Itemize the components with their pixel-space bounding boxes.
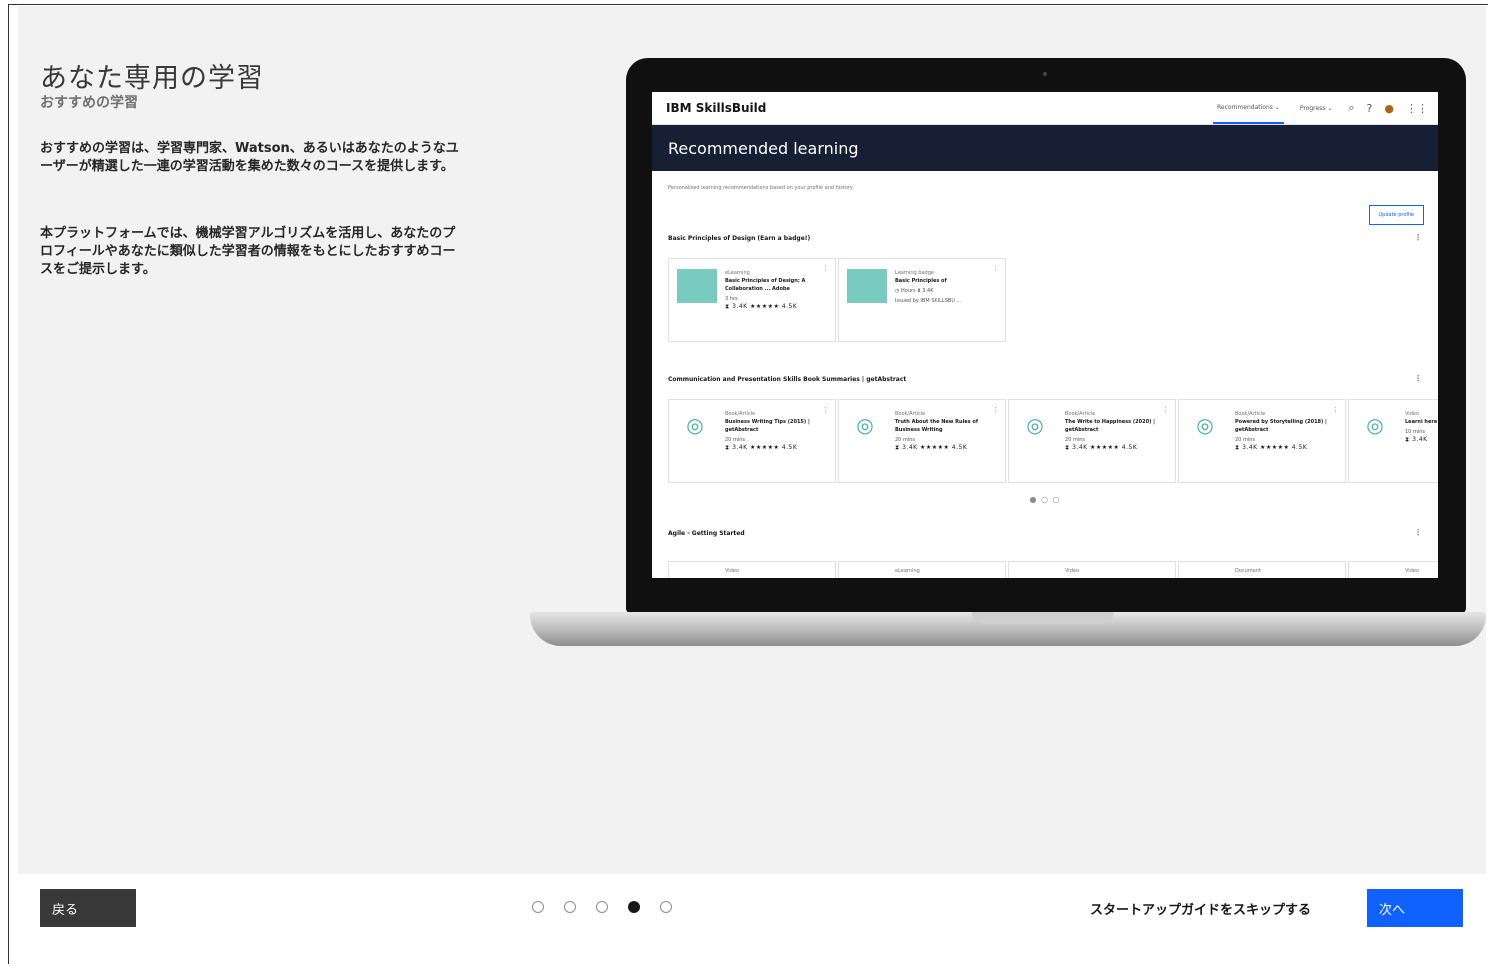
course-thumbnail (677, 269, 717, 303)
book-icon: ◎ (1196, 413, 1214, 437)
course-card: ◎ Video Learni here sp 10 mins ⧗ 3.4K (1348, 399, 1438, 483)
course-meta: 20 mins (1235, 437, 1255, 443)
overflow-menu-icon: ⋮ (1414, 528, 1422, 537)
pager-dot-2[interactable] (564, 901, 576, 913)
laptop-illustration: IBM SkillsBuild Recommendations ⌄ Progre… (626, 58, 1466, 614)
course-card: ◎ ⋮ Book/Article Business Writing Tips (… (668, 399, 836, 483)
nav-recommendations: Recommendations ⌄ (1213, 92, 1284, 124)
screen-description: Personalized learning recommendations ba… (668, 185, 853, 191)
section-title: Basic Principles of Design (Earn a badge… (668, 233, 1422, 242)
pager-dot-1[interactable] (532, 901, 544, 913)
course-rating: ⧗ 3.4K ★★★★★ 4.5K (725, 444, 798, 451)
laptop-base (530, 612, 1486, 646)
course-name: Powered by Storytelling (2018) | getAbst… (1235, 419, 1327, 433)
course-type: Learning badge (895, 270, 934, 276)
next-button[interactable]: 次へ (1367, 889, 1463, 927)
course-card: Video (1008, 561, 1176, 578)
pager-dot-5[interactable] (660, 901, 672, 913)
course-meta: 20 mins (895, 437, 915, 443)
course-meta: 3 hrs (725, 296, 738, 302)
book-icon: ◎ (686, 413, 704, 437)
course-rating: ⧗ 3.4K ★★★★★ 4.5K (1065, 444, 1138, 451)
slide-pager (532, 901, 672, 913)
overflow-menu-icon: ⋮ (1414, 374, 1422, 383)
screen-body: Personalized learning recommendations ba… (652, 185, 1438, 578)
course-type: Book/Article (895, 411, 926, 417)
course-rating: ⧗ 3.4K ★★★★★ 4.5K (1235, 444, 1308, 451)
course-name: The Write to Happiness (2020) | getAbstr… (1065, 419, 1155, 433)
course-type: eLearning (725, 270, 750, 276)
course-type: Video (1405, 411, 1420, 417)
help-icon: ? (1366, 101, 1373, 115)
slide-title: あなた専用の学習 (40, 63, 264, 94)
course-card: Document (1178, 561, 1346, 578)
intro-paragraph-1: おすすめの学習は、学習専門家、Watson、あるいはあなたのようなユーザーが精選… (40, 141, 459, 174)
slide-subtitle: おすすめの学習 (40, 95, 138, 111)
carousel-dots: ● ○ ○ (1029, 495, 1061, 504)
course-name: Truth About the New Rules of Business Wr… (895, 419, 979, 433)
screen-brand: IBM SkillsBuild (666, 101, 767, 115)
nav-progress: Progress ⌄ (1299, 104, 1333, 112)
screen-nav-bar: IBM SkillsBuild Recommendations ⌄ Progre… (652, 92, 1438, 125)
course-name: Business Writing Tips (2015) | getAbstra… (725, 419, 810, 433)
camera-dot (1043, 72, 1047, 76)
course-thumbnail (847, 269, 887, 303)
course-card: Video (668, 561, 836, 578)
course-card: ◎ ⋮ Book/Article Truth About the New Rul… (838, 399, 1006, 483)
course-card: eLearning (838, 561, 1006, 578)
card-row: Video eLearning Video Document Video (668, 561, 1438, 578)
laptop-notch (972, 612, 1114, 624)
overflow-menu-icon: ⋮ (1414, 233, 1422, 242)
course-issuer: Issued by IBM SKILLSBU ... (895, 298, 962, 304)
course-meta: 20 mins (1065, 437, 1085, 443)
section-title: Agile - Getting Started ⋮ (668, 528, 1422, 537)
course-meta: 10 mins (1405, 429, 1425, 435)
course-name: Learni here sp (1405, 419, 1438, 425)
course-card: ◎ ⋮ Book/Article Powered by Storytelling… (1178, 399, 1346, 483)
course-type: Book/Article (1235, 411, 1266, 417)
pager-dot-4[interactable] (628, 901, 640, 913)
book-icon: ◎ (1366, 413, 1384, 437)
course-card: ◎ ⋮ Book/Article The Write to Happiness … (1008, 399, 1176, 483)
book-icon: ◎ (1026, 413, 1044, 437)
skip-guide-link[interactable]: スタートアップガイドをスキップする (1090, 899, 1311, 918)
course-rating: ⧗ 3.4K ★★★★★ 4.5K (895, 444, 968, 451)
book-icon: ◎ (856, 413, 874, 437)
avatar-icon: ● (1384, 101, 1394, 115)
back-button[interactable]: 戻る (40, 889, 136, 927)
course-type: Book/Article (725, 411, 756, 417)
search-icon: ⌕ (1348, 101, 1355, 114)
course-name: Basic Principles of (895, 278, 947, 284)
screen-banner: Recommended learning (652, 125, 1438, 171)
course-meta: 20 mins (725, 437, 745, 443)
pager-dot-3[interactable] (596, 901, 608, 913)
course-rating: ⧗ 3.4K (1405, 436, 1428, 443)
course-meta: ◷ Hours ⧗ 3.4K (895, 288, 934, 294)
card-row: ⋮ eLearning Basic Principles of Design: … (668, 258, 1422, 342)
app-switcher-icon: ⋮⋮ (1406, 101, 1428, 115)
course-type: Book/Article (1065, 411, 1096, 417)
course-card: Video (1348, 561, 1438, 578)
update-profile-button: Update profile (1368, 205, 1424, 225)
course-card: ⋮ eLearning Basic Principles of Design: … (668, 258, 836, 342)
section-title: Communication and Presentation Skills Bo… (668, 374, 1422, 383)
course-card: ⋮ Learning badge Basic Principles of ◷ H… (838, 258, 1006, 342)
laptop-screen: IBM SkillsBuild Recommendations ⌄ Progre… (652, 92, 1438, 578)
card-row: ◎ ⋮ Book/Article Business Writing Tips (… (668, 399, 1438, 483)
guide-slide: あなた専用の学習 おすすめの学習 おすすめの学習は、学習専門家、Watson、あ… (18, 6, 1486, 874)
intro-paragraph-2: 本プラットフォームでは、機械学習アルゴリズムを活用し、あなたのプロフィールやあな… (40, 226, 456, 277)
course-rating: ⧗ 3.4K ★★★★★ 4.5K (725, 303, 798, 310)
course-name: Basic Principles of Design: A Collaborat… (725, 278, 806, 292)
